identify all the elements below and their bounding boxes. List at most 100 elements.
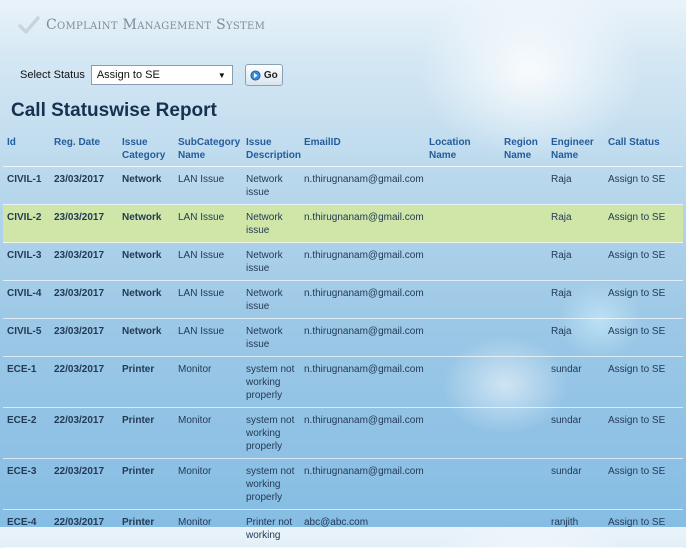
cell-email: n.thirugnanam@gmail.com — [300, 166, 425, 205]
cell-call-status: Assign to SE — [604, 204, 683, 243]
status-select[interactable]: Assign to SE ▼ — [90, 65, 233, 85]
cell-reg-date: 23/03/2017 — [50, 166, 118, 205]
cell-reg-date: 23/03/2017 — [50, 242, 118, 281]
cell-region — [500, 509, 547, 548]
cell-email: n.thirugnanam@gmail.com — [300, 407, 425, 459]
cell-issue-description: Network issue — [242, 242, 300, 281]
cell-reg-date: 23/03/2017 — [50, 280, 118, 319]
status-select-value: Assign to SE — [96, 69, 160, 81]
cell-email: n.thirugnanam@gmail.com — [300, 356, 425, 408]
check-icon — [18, 16, 40, 34]
cell-id: CIVIL-4 — [3, 280, 50, 319]
table-row[interactable]: ECE-2 22/03/2017 Printer Monitor system not … — [3, 407, 683, 459]
cell-location — [425, 318, 500, 357]
col-header-email: EmailID — [300, 132, 425, 167]
status-filter-label: Select Status — [20, 69, 85, 81]
cell-call-status: Assign to SE — [604, 318, 683, 357]
cell-engineer: Raja — [547, 242, 604, 281]
cell-subcategory: LAN Issue — [174, 204, 242, 243]
table-row[interactable]: ECE-1 22/03/2017 Printer Monitor system not … — [3, 356, 683, 408]
cell-reg-date: 22/03/2017 — [50, 407, 118, 459]
cell-id: ECE-1 — [3, 356, 50, 408]
cell-subcategory: Monitor — [174, 407, 242, 459]
cell-email: abc@abc.com — [300, 509, 425, 548]
cell-region — [500, 356, 547, 408]
cell-subcategory: Monitor — [174, 356, 242, 408]
cell-engineer: Raja — [547, 318, 604, 357]
col-header-id: Id — [3, 132, 50, 167]
cell-issue-category: Network — [118, 242, 174, 281]
cell-issue-category: Printer — [118, 509, 174, 548]
cell-region — [500, 458, 547, 510]
cell-id: ECE-2 — [3, 407, 50, 459]
cell-subcategory: LAN Issue — [174, 280, 242, 319]
report-title: Call Statuswise Report — [11, 100, 217, 121]
go-button[interactable]: Go — [244, 64, 283, 86]
cell-subcategory: LAN Issue — [174, 318, 242, 357]
cell-issue-description: Network issue — [242, 280, 300, 319]
cell-issue-description: Printer not working — [242, 509, 300, 548]
chevron-down-icon: ▼ — [217, 70, 226, 80]
cell-subcategory: Monitor — [174, 458, 242, 510]
cell-issue-category: Printer — [118, 356, 174, 408]
go-icon — [250, 69, 261, 81]
cell-engineer: ranjith — [547, 509, 604, 548]
cell-call-status: Assign to SE — [604, 280, 683, 319]
cell-reg-date: 22/03/2017 — [50, 509, 118, 548]
cell-issue-description: Network issue — [242, 318, 300, 357]
cell-email: n.thirugnanam@gmail.com — [300, 280, 425, 319]
cell-email: n.thirugnanam@gmail.com — [300, 242, 425, 281]
cell-issue-category: Printer — [118, 407, 174, 459]
cell-location — [425, 242, 500, 281]
cell-email: n.thirugnanam@gmail.com — [300, 204, 425, 243]
go-button-label: Go — [263, 69, 278, 81]
table-row[interactable]: CIVIL-5 23/03/2017 Network LAN Issue Network… — [3, 318, 683, 357]
col-header-reg-date: Reg. Date — [50, 132, 118, 167]
col-header-issue-description: Issue Description — [242, 132, 301, 167]
table-row[interactable]: CIVIL-2 23/03/2017 Network LAN Issue Network… — [3, 204, 683, 243]
table-row[interactable]: ECE-3 22/03/2017 Printer Monitor system not … — [3, 458, 683, 510]
cell-issue-description: Network issue — [242, 166, 300, 205]
cell-engineer: sundar — [547, 407, 604, 459]
app-header: Complaint Management System — [18, 12, 265, 38]
cell-reg-date: 22/03/2017 — [50, 458, 118, 510]
table-row[interactable]: ECE-4 22/03/2017 Printer Monitor Printer not… — [3, 509, 683, 548]
cell-issue-category: Network — [118, 280, 174, 319]
cell-location — [425, 356, 500, 408]
cell-engineer: Raja — [547, 204, 604, 243]
cell-location — [425, 166, 500, 205]
cell-id: ECE-4 — [3, 509, 50, 548]
cell-engineer: Raja — [547, 280, 604, 319]
cell-call-status: Assign to SE — [604, 407, 683, 459]
col-header-subcategory: SubCategory Name — [174, 132, 242, 167]
col-header-issue-category: Issue Category — [118, 132, 174, 167]
cell-location — [425, 407, 500, 459]
cell-issue-category: Network — [118, 204, 174, 243]
cell-engineer: sundar — [547, 458, 604, 510]
cell-engineer: Raja — [547, 166, 604, 205]
table-header-row: Id Reg. Date Issue Category SubCategory … — [3, 132, 683, 167]
cell-region — [500, 318, 547, 357]
col-header-call-status: Call Status — [604, 132, 683, 167]
cell-email: n.thirugnanam@gmail.com — [300, 318, 425, 357]
cell-issue-description: system not working properly — [242, 356, 300, 408]
col-header-location: Location Name — [425, 132, 500, 167]
cell-id: CIVIL-5 — [3, 318, 50, 357]
cell-reg-date: 23/03/2017 — [50, 204, 118, 243]
report-table: Id Reg. Date Issue Category SubCategory … — [3, 132, 683, 548]
status-filter: Select Status Assign to SE ▼ Go — [20, 64, 283, 86]
cell-issue-category: Printer — [118, 458, 174, 510]
app-title: Complaint Management System — [46, 17, 266, 33]
table-row[interactable]: CIVIL-1 23/03/2017 Network LAN Issue Network… — [3, 166, 683, 205]
table-row[interactable]: CIVIL-4 23/03/2017 Network LAN Issue Network… — [3, 280, 683, 319]
cell-region — [500, 166, 547, 205]
cell-location — [425, 509, 500, 548]
cell-issue-description: system not working properly — [242, 458, 300, 510]
cell-issue-category: Network — [118, 166, 174, 205]
cell-location — [425, 458, 500, 510]
table-row[interactable]: CIVIL-3 23/03/2017 Network LAN Issue Network… — [3, 242, 683, 281]
cell-reg-date: 23/03/2017 — [50, 318, 118, 357]
cell-subcategory: LAN Issue — [174, 166, 242, 205]
cell-location — [425, 204, 500, 243]
cell-subcategory: Monitor — [174, 509, 242, 548]
